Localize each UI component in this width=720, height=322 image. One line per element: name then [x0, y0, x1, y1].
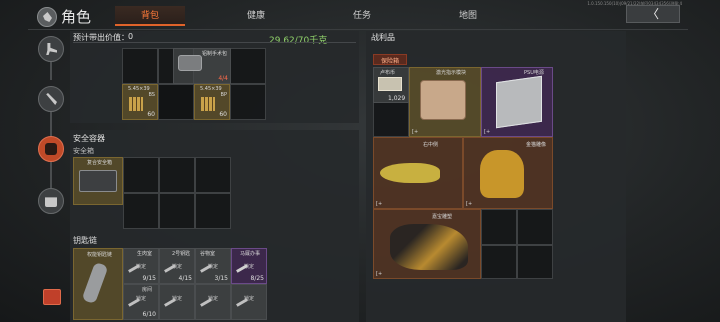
grid-cell[interactable] — [123, 193, 159, 229]
key-item[interactable]: 锁定 — [159, 284, 195, 320]
grid-cell[interactable] — [230, 84, 266, 120]
key-item[interactable]: 2号钥匙 锁定 4/15 — [159, 248, 195, 284]
surgical-kit-item[interactable]: 铝制手术包 4/4 — [173, 48, 231, 84]
alert-icon[interactable] — [43, 289, 61, 305]
key-icon — [236, 298, 248, 307]
key-item[interactable]: 房间 锁定 6/10 — [123, 284, 159, 320]
laser-module-item[interactable]: 激光指示模块 [+ — [409, 67, 481, 137]
case-icon — [79, 170, 117, 192]
keychain-holder-item[interactable]: 权能钥匙链 — [73, 248, 123, 320]
key-item[interactable]: 锁定 — [195, 284, 231, 320]
rail-connector — [50, 162, 52, 188]
secure-subtitle: 安全箱 — [73, 147, 94, 155]
tab-tasks[interactable]: 任务 — [327, 6, 397, 26]
pouch-slot-button[interactable] — [38, 188, 64, 214]
backpack-slot-button[interactable] — [38, 136, 64, 162]
key-icon — [164, 298, 176, 307]
secure-container-panel: 安全容器 安全箱 复合安全箱 钥匙链 权能钥匙链 生肉室 锁定 9/15 2号钥… — [70, 130, 359, 322]
backpack-panel: 预计带出价值： 0 29.62/70千克 铝制手术包 4/4 5.45×39 B… — [70, 31, 359, 123]
grid-cell[interactable] — [123, 157, 159, 193]
rouble-item[interactable]: 卢布币 1,029 — [373, 67, 409, 103]
psu-icon — [496, 75, 542, 129]
grid-cell[interactable] — [122, 48, 158, 84]
key-icon — [128, 298, 140, 307]
psu-item[interactable]: PSU电源 [+ — [481, 67, 553, 137]
tab-bar: 背包 健康 任务 地图 — [115, 6, 539, 26]
melee-slot-button[interactable] — [38, 86, 64, 112]
knife-icon — [46, 93, 57, 105]
grid-cell[interactable] — [230, 48, 266, 84]
grid-cell[interactable] — [159, 193, 195, 229]
secure-case-item[interactable]: 复合安全箱 — [73, 157, 123, 205]
lion-icon — [480, 150, 524, 198]
sculpture-item[interactable]: 嘉宝雕塑 [+ — [373, 209, 481, 279]
weight-readout: 29.62/70千克 — [269, 36, 328, 46]
car-icon — [380, 163, 440, 183]
page-title: 角色 — [61, 8, 92, 26]
ammo-icon — [201, 97, 215, 111]
tab-health[interactable]: 健康 — [221, 6, 291, 26]
gold-lion-item[interactable]: 金猫雕像 [+ — [463, 137, 553, 209]
grid-cell[interactable] — [159, 157, 195, 193]
grid-cell[interactable] — [158, 84, 194, 120]
rail-connector — [50, 110, 52, 136]
keychain-title: 钥匙链 — [73, 236, 97, 245]
tab-safe[interactable]: 保险箱 — [373, 54, 407, 65]
loot-title: 战利品 — [371, 33, 395, 42]
key-item[interactable]: 生肉室 锁定 9/15 — [123, 248, 159, 284]
back-button[interactable]: 〈 — [626, 5, 680, 23]
backpack-icon — [45, 143, 57, 155]
weapon-slot-button[interactable] — [38, 36, 64, 62]
grid-cell[interactable] — [481, 209, 517, 245]
pouch-icon — [45, 197, 57, 207]
key-item[interactable]: 马厩办事 锁定 8/25 — [231, 248, 267, 284]
tab-map[interactable]: 地图 — [433, 6, 503, 26]
ammo-icon — [129, 97, 143, 111]
grid-cell[interactable] — [195, 193, 231, 229]
game-logo-icon — [37, 7, 57, 27]
key-icon — [200, 298, 212, 307]
keychain-icon — [81, 261, 109, 305]
key-item[interactable]: 谷物室 锁定 3/15 — [195, 248, 231, 284]
figurine-item[interactable]: 右中侧 [+ — [373, 137, 463, 209]
sculpture-icon — [390, 224, 468, 270]
divider — [28, 29, 688, 30]
ammo-item[interactable]: 5.45×39 BP 60 — [194, 84, 230, 120]
grid-cell[interactable] — [195, 157, 231, 193]
laser-module-icon — [420, 80, 466, 120]
grid-cell[interactable] — [481, 245, 517, 279]
value-amount: 0 — [128, 32, 134, 41]
tab-backpack[interactable]: 背包 — [115, 6, 185, 26]
grid-cell[interactable] — [517, 245, 553, 279]
secure-title: 安全容器 — [73, 134, 105, 143]
rail-connector — [50, 60, 52, 80]
grid-cell[interactable] — [517, 209, 553, 245]
pouch-icon — [178, 55, 202, 71]
top-bar: 角色 背包 健康 任务 地图 1.0.150.150(10)|09/21/22|… — [0, 0, 720, 30]
divider — [73, 42, 356, 43]
cash-icon — [378, 77, 402, 91]
ammo-item[interactable]: 5.45×39 BS 60 — [122, 84, 158, 120]
rifle-icon — [46, 43, 57, 55]
loot-panel: 战利品 保险箱 卢布币 1,029 激光指示模块 [+ PSU电源 [+ 右中侧… — [366, 31, 626, 322]
key-item[interactable]: 锁定 — [231, 284, 267, 320]
